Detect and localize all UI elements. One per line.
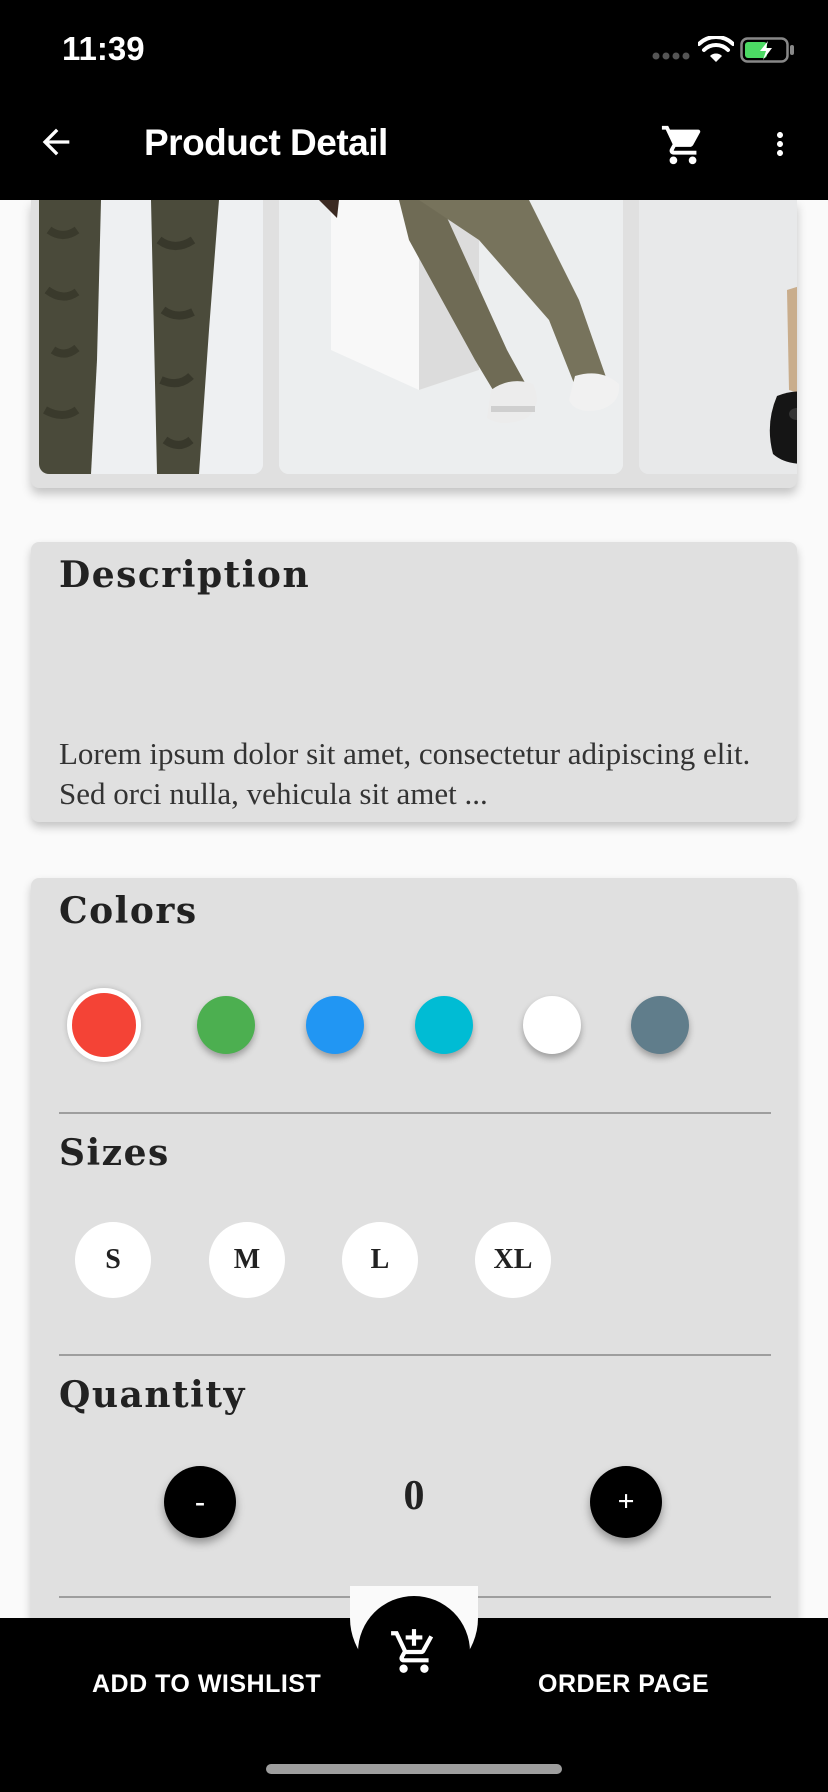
color-swatch[interactable] <box>523 996 581 1054</box>
page-title: Product Detail <box>144 122 388 163</box>
home-indicator <box>266 1764 562 1774</box>
description-card: Description Lorem ipsum dolor sit amet, … <box>31 542 797 822</box>
order-page-button[interactable]: ORDER PAGE <box>538 1670 709 1699</box>
quantity-decrement-button[interactable]: - <box>164 1466 236 1538</box>
more-options-icon[interactable] <box>762 122 798 166</box>
wifi-icon <box>698 36 734 62</box>
color-swatch[interactable] <box>631 996 689 1054</box>
battery-icon <box>740 37 794 63</box>
add-to-cart-fab[interactable] <box>358 1596 470 1708</box>
description-text: Lorem ipsum dolor sit amet, consectetur … <box>59 736 751 811</box>
gallery-image-1[interactable] <box>39 200 263 474</box>
gallery-image-2[interactable] <box>279 200 623 474</box>
size-option[interactable]: XL <box>475 1222 551 1298</box>
color-swatch[interactable] <box>67 988 141 1062</box>
app-bar: Product Detail <box>0 90 828 200</box>
gallery-image-3[interactable] <box>639 200 797 474</box>
quantity-title: Quantity <box>59 1374 246 1416</box>
divider <box>59 1112 771 1114</box>
add-shopping-cart-icon <box>391 1629 434 1673</box>
quantity-increment-button[interactable]: + <box>590 1466 662 1538</box>
size-option[interactable]: S <box>75 1222 151 1298</box>
color-swatch[interactable] <box>306 996 364 1054</box>
status-bar: 11:39 <box>0 0 828 90</box>
signal-icon <box>652 52 690 60</box>
back-arrow-icon[interactable] <box>36 122 76 162</box>
quantity-value: 0 <box>403 1473 425 1519</box>
size-option[interactable]: L <box>342 1222 418 1298</box>
divider <box>59 1354 771 1356</box>
sizes-title: Sizes <box>59 1132 170 1174</box>
color-swatch[interactable] <box>197 996 255 1054</box>
description-title: Description <box>59 554 311 596</box>
colors-title: Colors <box>59 890 198 932</box>
color-swatch[interactable] <box>415 996 473 1054</box>
add-to-wishlist-button[interactable]: ADD TO WISHLIST <box>92 1670 321 1699</box>
product-image-gallery[interactable] <box>31 200 797 488</box>
status-time: 11:39 <box>62 30 145 67</box>
size-option[interactable]: M <box>209 1222 285 1298</box>
cart-icon[interactable] <box>660 122 706 168</box>
